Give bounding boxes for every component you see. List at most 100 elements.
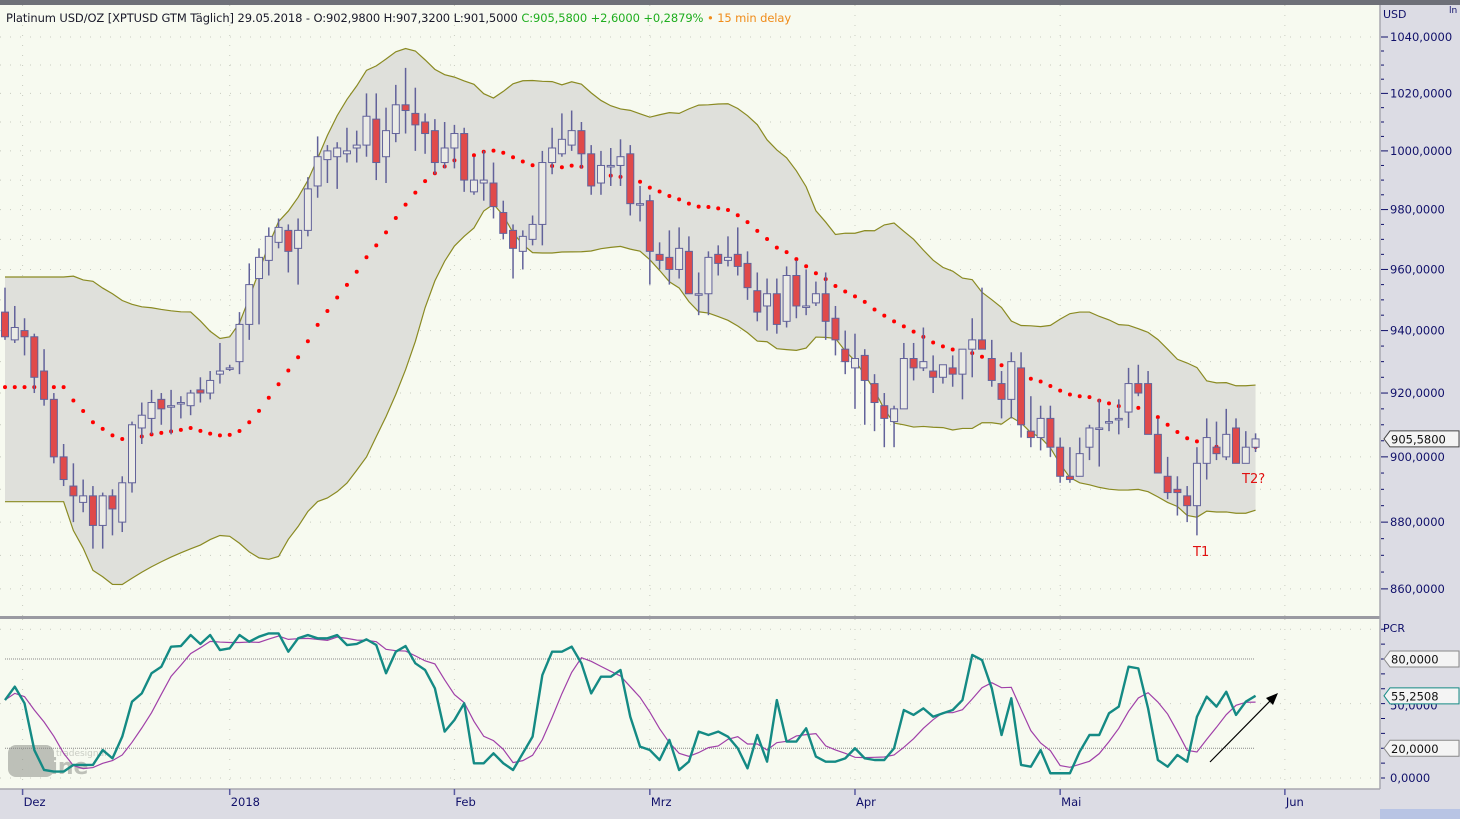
candle-body bbox=[772, 293, 781, 325]
candle-body bbox=[235, 323, 244, 363]
ma-dot bbox=[208, 431, 213, 436]
candle-body bbox=[802, 305, 811, 308]
candle-body bbox=[1105, 421, 1114, 424]
candle-body bbox=[587, 153, 596, 187]
candle-body bbox=[919, 361, 928, 369]
candle-body bbox=[675, 247, 684, 270]
chart-canvas[interactable]: tradesignal online 1040,00001020,0000100… bbox=[0, 0, 1460, 819]
ma-dot bbox=[833, 283, 838, 288]
candle-body bbox=[176, 402, 185, 405]
ma-dot bbox=[198, 428, 203, 433]
candle-body bbox=[1114, 417, 1123, 421]
candle-body bbox=[1222, 433, 1231, 458]
candle-body bbox=[655, 253, 664, 261]
ma-dot bbox=[1038, 379, 1043, 384]
ma-dot bbox=[804, 264, 809, 269]
ma-dot bbox=[657, 189, 662, 194]
candle-body bbox=[1202, 437, 1211, 464]
candle-body bbox=[489, 182, 498, 208]
pcr-last-value-tag: 55,2508 bbox=[1383, 687, 1460, 705]
ma-dot bbox=[735, 213, 740, 218]
candle-body bbox=[636, 203, 645, 206]
ma-dot bbox=[305, 339, 310, 344]
candle-body bbox=[1153, 433, 1162, 474]
candle-body bbox=[40, 370, 49, 400]
candle-body bbox=[1046, 417, 1055, 448]
ma-dot bbox=[100, 426, 105, 431]
candle-body bbox=[958, 348, 967, 375]
candle-body bbox=[157, 398, 166, 410]
ma-dot bbox=[520, 159, 525, 164]
candle-body bbox=[274, 226, 283, 243]
candle-body bbox=[1, 311, 9, 338]
candle-body bbox=[294, 229, 303, 249]
y-tick-label: 1040,0000 bbox=[1390, 30, 1452, 44]
candle-body bbox=[850, 358, 859, 369]
ma-dot bbox=[569, 163, 574, 168]
candle-body bbox=[684, 250, 693, 295]
ma-dot bbox=[247, 420, 252, 425]
panel-separator[interactable] bbox=[0, 616, 1380, 619]
candle-body bbox=[596, 164, 605, 184]
ma-dot bbox=[911, 329, 916, 334]
ma-dot bbox=[335, 295, 340, 300]
ma-dot bbox=[315, 322, 320, 327]
ma-dot bbox=[1087, 395, 1092, 400]
candle-body bbox=[284, 229, 293, 252]
ma-dot bbox=[344, 282, 349, 287]
candle bbox=[128, 421, 137, 493]
ma-dot bbox=[471, 153, 476, 158]
ma-dot bbox=[892, 319, 897, 324]
ma-dot bbox=[1194, 439, 1199, 444]
y-tick-label: 880,0000 bbox=[1390, 515, 1445, 529]
ma-dot bbox=[61, 385, 66, 390]
candle-body bbox=[841, 348, 850, 363]
ma-dot bbox=[901, 324, 906, 329]
ma-dot bbox=[286, 368, 291, 373]
candle-body bbox=[352, 144, 361, 149]
ma-dot bbox=[354, 269, 359, 274]
candle-body bbox=[79, 495, 88, 503]
candle-body bbox=[264, 235, 273, 261]
ma-dot bbox=[1048, 383, 1053, 388]
candle-body bbox=[225, 367, 234, 370]
pcr-tag-80-label: 80,0000 bbox=[1391, 653, 1439, 667]
candle-body bbox=[1192, 462, 1201, 507]
candle-body bbox=[382, 130, 391, 158]
x-tick-label: Feb bbox=[455, 795, 475, 809]
candle-body bbox=[997, 383, 1006, 400]
x-tick-label: Mai bbox=[1061, 795, 1081, 809]
log-scale-icon[interactable]: ln bbox=[1449, 6, 1457, 16]
ma-dot bbox=[266, 395, 271, 400]
candle-body bbox=[528, 223, 537, 240]
ma-dot bbox=[257, 408, 262, 413]
scrollbar-thumb[interactable] bbox=[1380, 809, 1460, 819]
ma-dot bbox=[393, 216, 398, 221]
ma-dot bbox=[706, 205, 711, 210]
x-tick-label: Apr bbox=[856, 795, 876, 809]
candle-body bbox=[362, 115, 371, 146]
ma-dot bbox=[501, 150, 506, 155]
top-border bbox=[0, 0, 1460, 5]
candle-body bbox=[890, 408, 899, 423]
ma-dot bbox=[159, 430, 164, 435]
candle-body bbox=[137, 414, 146, 429]
candle-body bbox=[1036, 417, 1045, 439]
chart-header: Platinum USD/OZ [XPTUSD GTM Täglich] 29.… bbox=[6, 11, 791, 25]
ma-dot bbox=[384, 230, 389, 235]
candle-body bbox=[333, 147, 342, 158]
ma-dot bbox=[1077, 394, 1082, 399]
candle-body bbox=[167, 405, 176, 408]
ma-dot bbox=[413, 190, 418, 195]
ma-dot bbox=[423, 179, 428, 184]
candle-body bbox=[421, 121, 430, 135]
ma-dot bbox=[90, 420, 95, 425]
ma-dot bbox=[237, 429, 242, 434]
candle-body bbox=[782, 275, 791, 322]
ma-dot bbox=[999, 363, 1004, 368]
candle-body bbox=[1124, 383, 1133, 413]
candle-body bbox=[538, 162, 547, 225]
ma-dot bbox=[1185, 436, 1190, 441]
candle-body bbox=[792, 275, 801, 307]
candle-body bbox=[1163, 475, 1172, 494]
